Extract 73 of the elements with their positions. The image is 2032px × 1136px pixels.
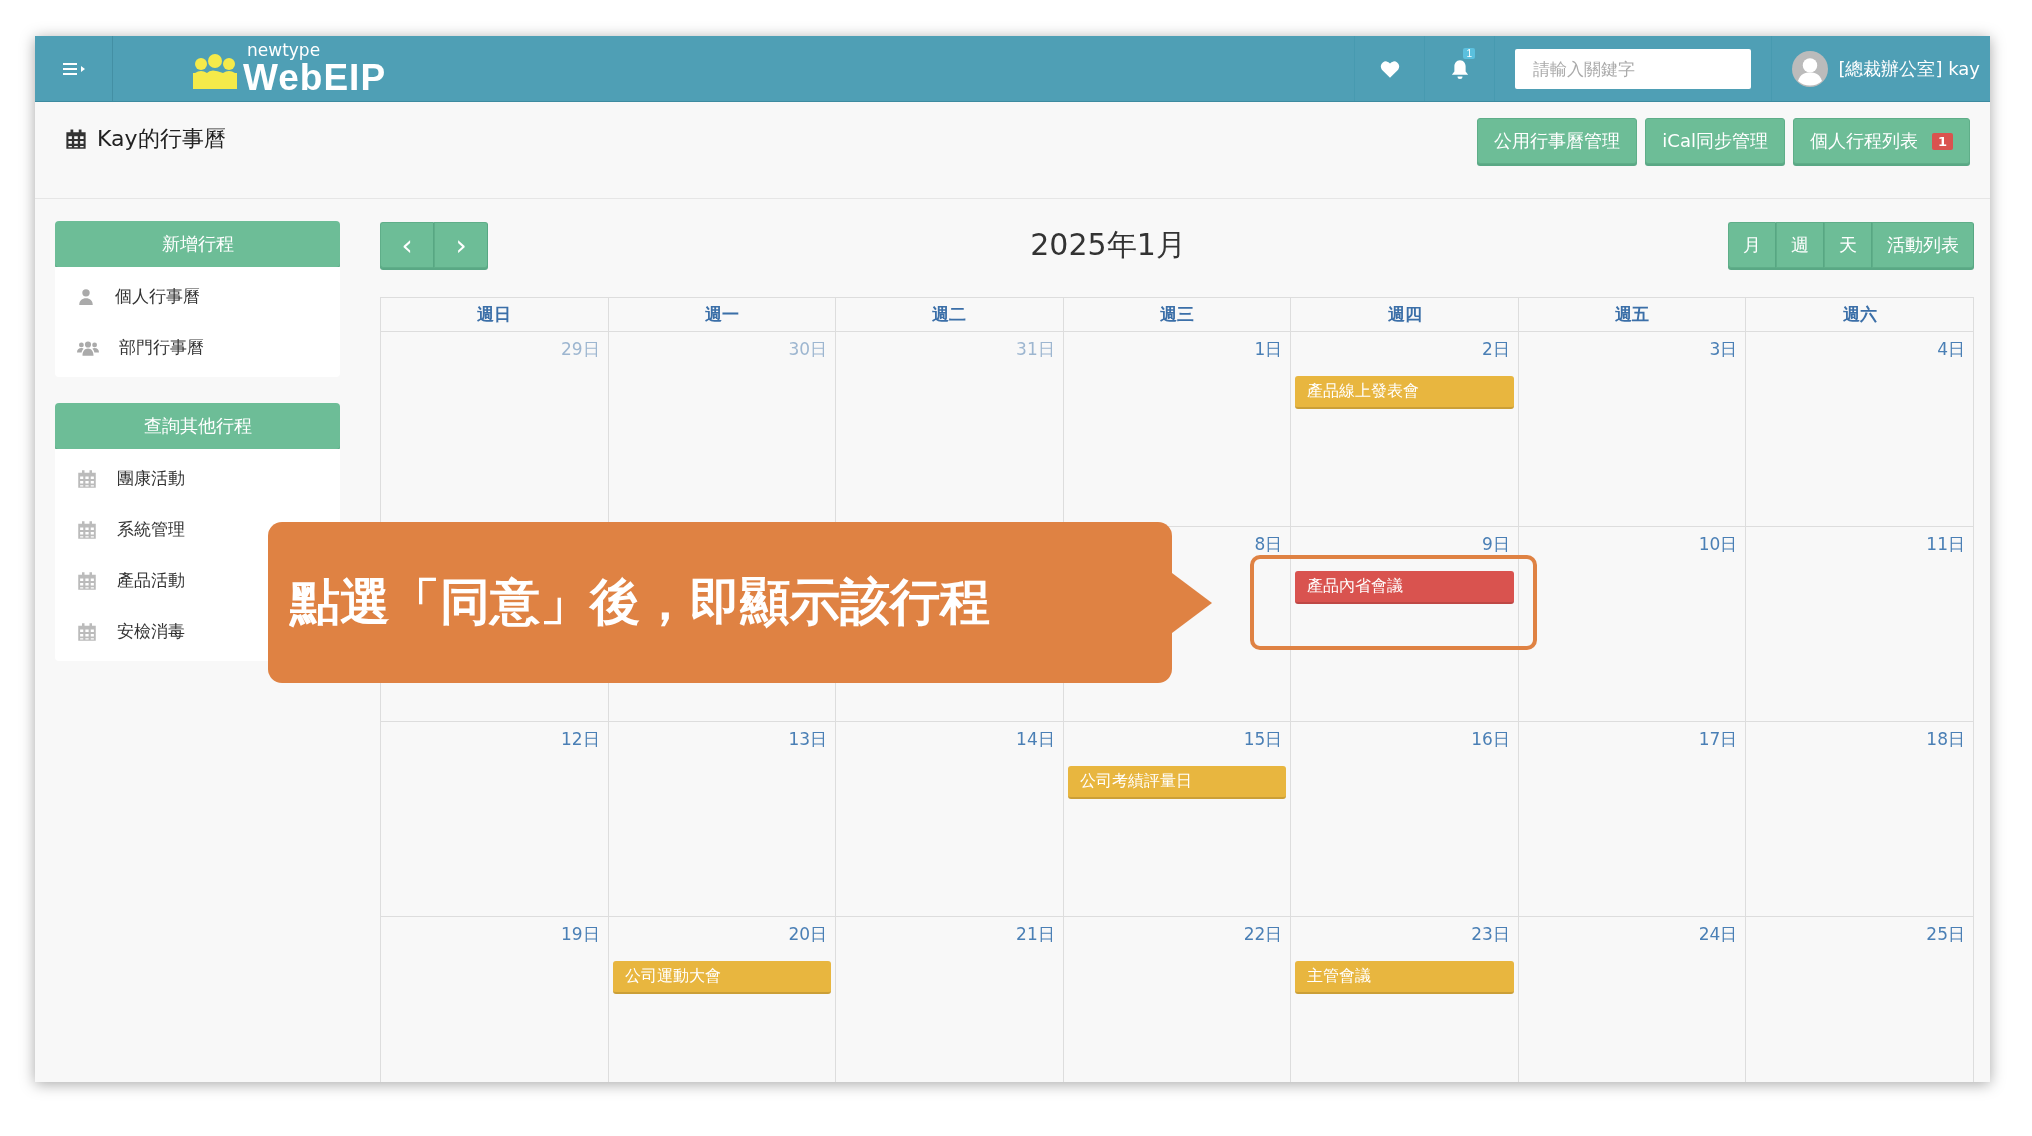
count-badge: 1 [1931, 132, 1953, 150]
day-number: 10日 [1697, 533, 1739, 556]
weekday-header: 週五 [1518, 298, 1747, 332]
day-number: 31日 [1015, 338, 1056, 361]
toolbar-button[interactable]: 個人行程列表 1 [1792, 118, 1970, 164]
previous-button[interactable]: ‹ [380, 222, 434, 268]
day-number: 30日 [787, 338, 829, 361]
day-number: 29日 [559, 338, 601, 361]
logo-subtitle: newtype [247, 41, 322, 59]
day-number: 12日 [559, 728, 601, 751]
next-button[interactable]: › [434, 222, 488, 268]
sidebar-item[interactable]: 系統管理 [55, 504, 340, 555]
heart-icon [1379, 59, 1400, 78]
search-field[interactable]: 請輸入關鍵字 [1515, 48, 1752, 89]
sidebar-item[interactable]: 部門行事曆 [55, 322, 340, 373]
sidebar-heading-button[interactable]: 新增行程 [55, 221, 340, 267]
page-title: Kay的行事曆 [97, 125, 226, 153]
day-number: 22日 [1242, 923, 1284, 946]
view-button[interactable]: 週 [1776, 222, 1824, 268]
view-button[interactable]: 活動列表 [1872, 222, 1974, 268]
notifications-button[interactable]: 1 [1424, 36, 1495, 101]
calendar-title: 2025年1月 [1030, 225, 1186, 264]
event-bar[interactable]: 主管會議 [1295, 961, 1514, 994]
calendar-icon [65, 128, 87, 150]
notification-count: 1 [1463, 48, 1475, 59]
day-number: 8日 [1253, 533, 1284, 556]
day-number: 9日 [1481, 533, 1511, 556]
day-number: 24日 [1697, 923, 1739, 946]
weekday-header: 週一 [608, 298, 837, 332]
people-icon [77, 338, 99, 357]
day-number: 16日 [1470, 728, 1511, 751]
day-number: 14日 [1015, 728, 1056, 751]
day-number: 15日 [1242, 728, 1284, 751]
weekday-header: 週日 [381, 298, 609, 332]
menu-icon [62, 61, 85, 76]
day-number: 23日 [1470, 923, 1511, 946]
day-number: 20日 [787, 923, 829, 946]
day-number: 18日 [1925, 728, 1966, 751]
day-number: 25日 [1925, 923, 1966, 946]
people-logo-icon [193, 52, 237, 89]
day-number: 13日 [787, 728, 829, 751]
callout-text: 點選「同意」後，即顯示該行程 [290, 572, 990, 633]
avatar-icon [1792, 50, 1829, 87]
sidebar-heading-button[interactable]: 查詢其他行程 [55, 403, 340, 449]
day-number: 1日 [1253, 338, 1284, 361]
day-number: 4日 [1936, 338, 1966, 361]
day-number: 19日 [559, 923, 601, 946]
sidebar-item[interactable]: 個人行事曆 [55, 271, 340, 322]
day-number: 11日 [1925, 533, 1966, 556]
sidebar-item[interactable]: 團康活動 [55, 453, 340, 504]
day-number: 2日 [1481, 338, 1511, 361]
day-number: 17日 [1697, 728, 1739, 751]
calendar-icon [77, 468, 97, 489]
day-number: 3日 [1708, 338, 1739, 361]
event-bar[interactable]: 產品線上發表會 [1295, 376, 1514, 409]
toolbar-button[interactable]: iCal同步管理 [1645, 118, 1785, 164]
user-name-link[interactable]: [總裁辦公室] kay [1838, 56, 1980, 81]
weekday-header: 週三 [1063, 298, 1292, 332]
bell-icon [1449, 58, 1470, 79]
calendar-icon [77, 519, 97, 540]
event-bar[interactable]: 公司考績評量日 [1067, 766, 1287, 799]
weekday-header: 週四 [1291, 298, 1519, 332]
event-bar[interactable]: 產品內省會議 [1295, 571, 1514, 604]
weekday-header: 週二 [836, 298, 1064, 332]
view-button[interactable]: 天 [1824, 222, 1872, 268]
event-bar[interactable]: 公司運動大會 [612, 961, 832, 994]
person-icon [77, 287, 95, 306]
view-button[interactable]: 月 [1728, 222, 1776, 268]
toolbar-button[interactable]: 公用行事曆管理 [1477, 118, 1638, 164]
calendar-icon [77, 621, 97, 642]
weekday-header: 週六 [1746, 298, 1974, 332]
day-number: 21日 [1015, 923, 1056, 946]
calendar-icon [77, 570, 97, 591]
